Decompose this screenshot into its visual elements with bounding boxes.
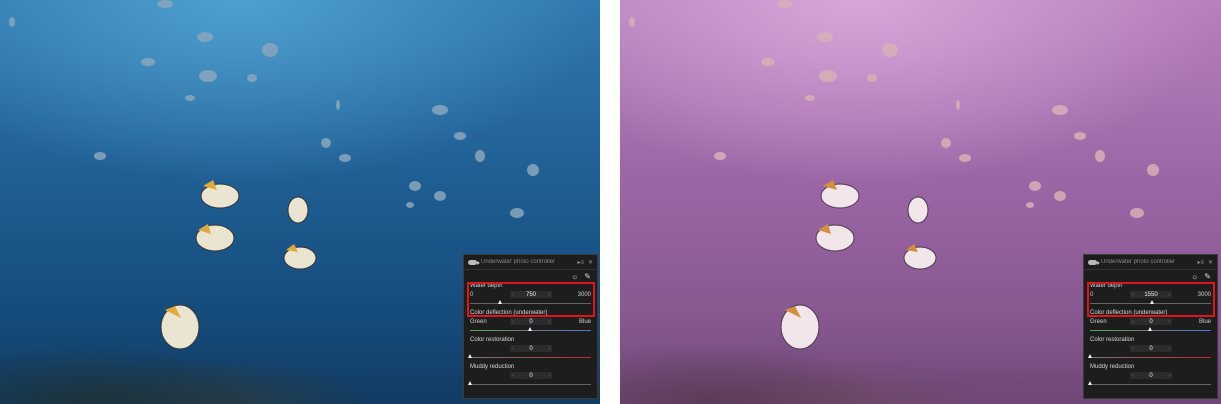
close-icon[interactable]: ✕ <box>1208 259 1213 266</box>
panel-title: Underwater photo controller <box>481 259 556 265</box>
close-icon[interactable]: ✕ <box>588 259 593 266</box>
color-deflection-slider[interactable] <box>470 327 591 333</box>
decrement-icon[interactable]: ‹ <box>1132 346 1134 352</box>
fish-logo-icon <box>1088 259 1100 265</box>
sun-icon[interactable]: ☼ <box>1191 272 1198 281</box>
muddy-reduction-label: Muddy reduction <box>470 364 515 370</box>
panel-title: Underwater photo controller <box>1101 259 1176 265</box>
decrement-icon[interactable]: ‹ <box>1132 319 1134 325</box>
muddy-reduction-section: Muddy reduction ‹ 0 › <box>1084 363 1217 390</box>
decrement-icon[interactable]: ‹ <box>1132 373 1134 379</box>
panel-titlebar: Underwater photo controller ▸≡ ✕ <box>464 255 597 270</box>
slider-thumb[interactable] <box>528 327 532 331</box>
decrement-icon[interactable]: ‹ <box>512 373 514 379</box>
color-restoration-slider[interactable] <box>467 354 591 360</box>
color-restoration-slider[interactable] <box>1087 354 1211 360</box>
underwater-controller-panel: Underwater photo controller ▸≡ ✕ ☼ ✎ Wat… <box>463 254 598 399</box>
panel-titlebar: Underwater photo controller ▸≡ ✕ <box>1084 255 1217 270</box>
dropper-icon[interactable]: ✎ <box>1204 272 1211 281</box>
water-depth-highlight <box>467 282 595 317</box>
water-depth-highlight <box>1087 282 1215 317</box>
color-restoration-label: Color restoration <box>470 337 515 343</box>
pin-icon[interactable]: ▸≡ <box>577 259 584 266</box>
color-deflection-left: Green <box>470 318 487 325</box>
decrement-icon[interactable]: ‹ <box>512 346 514 352</box>
color-deflection-left: Green <box>1090 318 1107 325</box>
dropper-icon[interactable]: ✎ <box>584 272 591 281</box>
pin-icon[interactable]: ▸≡ <box>1197 259 1204 266</box>
color-deflection-slider[interactable] <box>1090 327 1211 333</box>
slider-thumb[interactable] <box>1148 327 1152 331</box>
underwater-controller-panel: Underwater photo controller ▸≡ ✕ ☼ ✎ Wat… <box>1083 254 1218 399</box>
color-restoration-section: Color restoration ‹ 0 › <box>464 336 597 363</box>
slider-thumb[interactable] <box>1087 381 1092 385</box>
muddy-reduction-field[interactable]: ‹ 0 › <box>1130 372 1172 379</box>
muddy-reduction-value: 0 <box>1149 372 1153 379</box>
photo-before: Underwater photo controller ▸≡ ✕ ☼ ✎ Wat… <box>0 0 600 404</box>
color-restoration-section: Color restoration ‹ 0 › <box>1084 336 1217 363</box>
increment-icon[interactable]: › <box>548 373 550 379</box>
increment-icon[interactable]: › <box>548 319 550 325</box>
increment-icon[interactable]: › <box>548 346 550 352</box>
photo-after: Underwater photo controller ▸≡ ✕ ☼ ✎ Wat… <box>620 0 1221 404</box>
color-restoration-value: 0 <box>1149 345 1153 352</box>
fish-logo-icon <box>468 259 480 265</box>
increment-icon[interactable]: › <box>1168 373 1170 379</box>
increment-icon[interactable]: › <box>1168 346 1170 352</box>
slider-thumb[interactable] <box>467 354 472 358</box>
color-deflection-value: 0 <box>529 318 533 325</box>
color-deflection-field[interactable]: ‹ 0 › <box>1130 318 1172 325</box>
color-restoration-field[interactable]: ‹ 0 › <box>510 345 552 352</box>
increment-icon[interactable]: › <box>1168 319 1170 325</box>
muddy-reduction-field[interactable]: ‹ 0 › <box>510 372 552 379</box>
color-restoration-label: Color restoration <box>1090 337 1135 343</box>
muddy-reduction-section: Muddy reduction ‹ 0 › <box>464 363 597 390</box>
slider-thumb[interactable] <box>1087 354 1092 358</box>
muddy-reduction-label: Muddy reduction <box>1090 364 1135 370</box>
panel-tools: ☼ ✎ <box>464 270 597 282</box>
panel-tools: ☼ ✎ <box>1084 270 1217 282</box>
muddy-reduction-slider[interactable] <box>1087 381 1211 387</box>
color-deflection-right: Blue <box>578 318 591 325</box>
color-deflection-value: 0 <box>1149 318 1153 325</box>
slider-thumb[interactable] <box>467 381 472 385</box>
color-deflection-field[interactable]: ‹ 0 › <box>510 318 552 325</box>
color-restoration-value: 0 <box>529 345 533 352</box>
muddy-reduction-value: 0 <box>529 372 533 379</box>
decrement-icon[interactable]: ‹ <box>512 319 514 325</box>
sun-icon[interactable]: ☼ <box>571 272 578 281</box>
color-restoration-field[interactable]: ‹ 0 › <box>1130 345 1172 352</box>
color-deflection-right: Blue <box>1198 318 1211 325</box>
muddy-reduction-slider[interactable] <box>467 381 591 387</box>
